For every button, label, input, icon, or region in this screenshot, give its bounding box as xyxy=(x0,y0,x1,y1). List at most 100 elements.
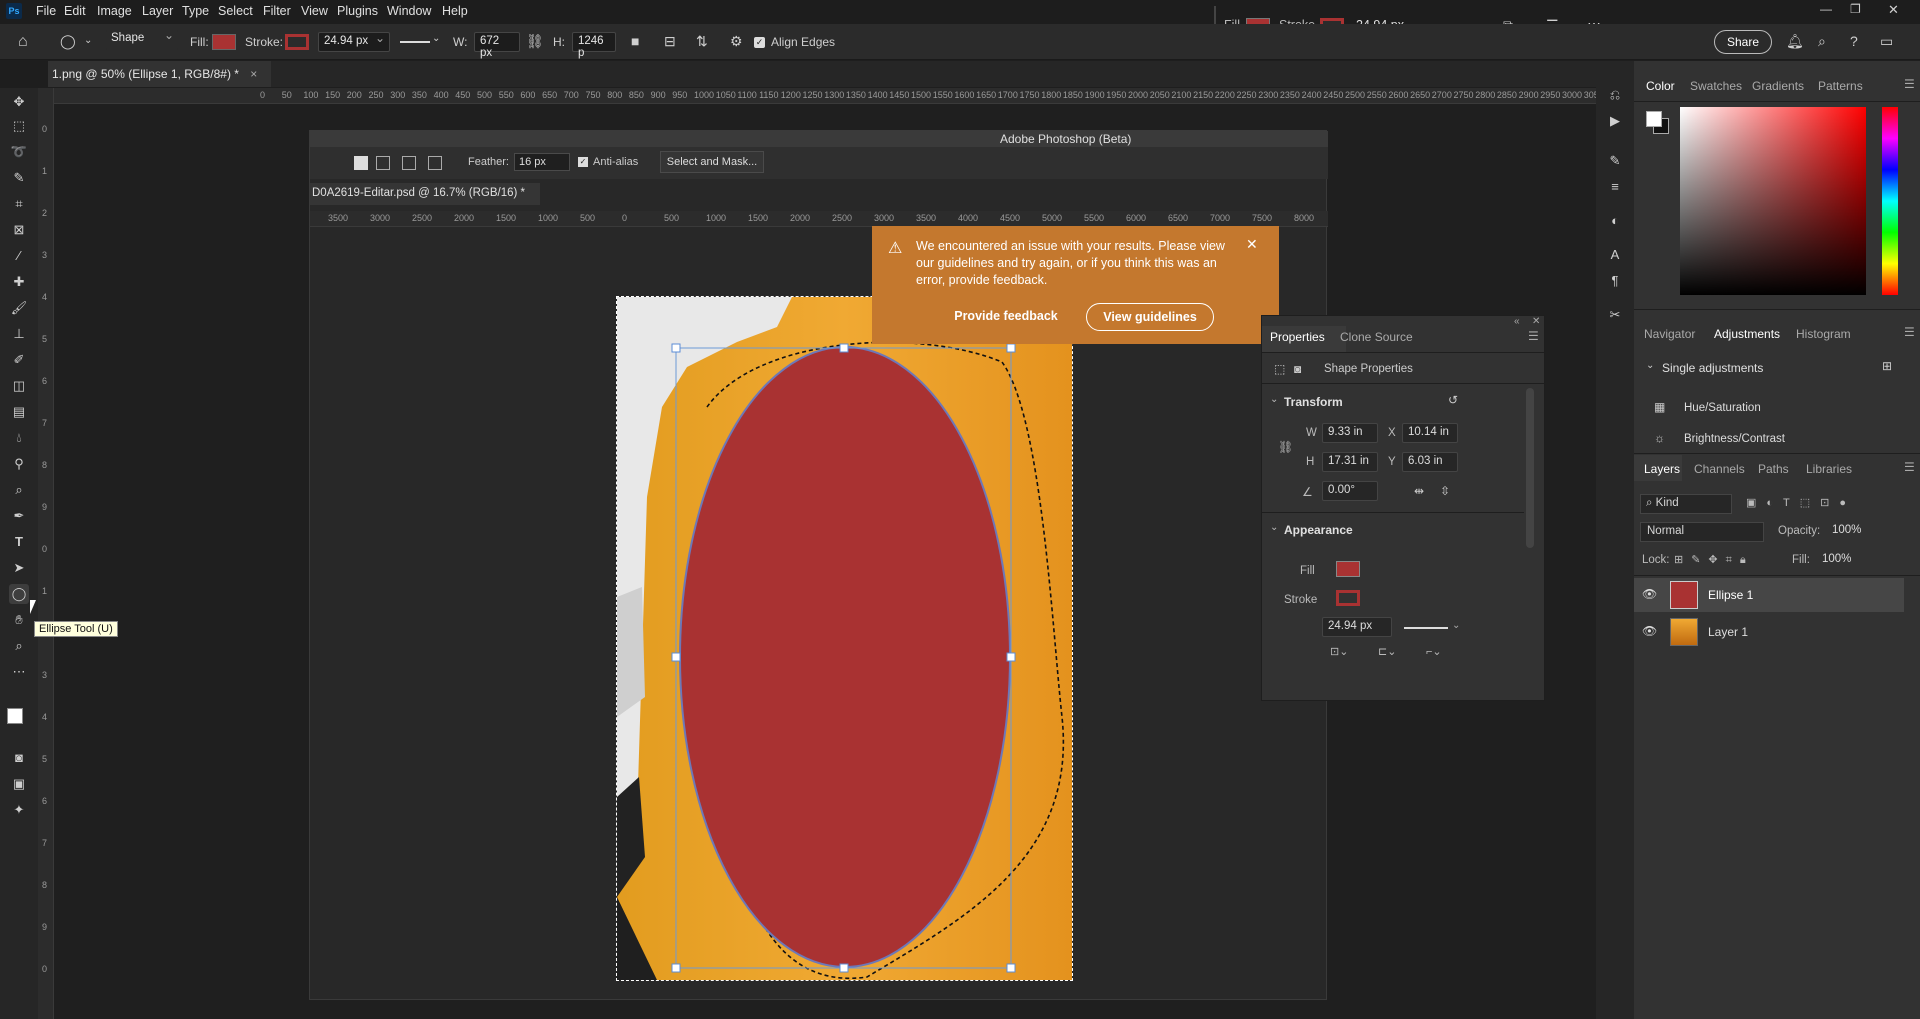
align-edges-checkbox[interactable]: ✓ xyxy=(754,37,765,48)
path-operations-icon[interactable]: ■ xyxy=(631,33,639,49)
menu-image[interactable]: Image xyxy=(97,4,132,18)
restore-icon[interactable]: ❐ xyxy=(1850,2,1861,16)
stroke-swatch[interactable] xyxy=(285,34,309,50)
chevron-down-icon[interactable]: ⌄ xyxy=(432,33,440,44)
angle-field[interactable]: 0.00° xyxy=(1322,481,1378,501)
tab-gradients[interactable]: Gradients xyxy=(1752,79,1804,93)
object-selection-tool-icon[interactable]: ✎ xyxy=(9,168,29,188)
stroke-corners-icon[interactable]: ⌐⌄ xyxy=(1426,645,1442,658)
visibility-eye-icon[interactable]: 👁︎ xyxy=(1642,624,1657,638)
tab-navigator[interactable]: Navigator xyxy=(1644,327,1695,341)
layer-row[interactable]: 👁︎ Ellipse 1 xyxy=(1634,578,1904,612)
history-panel-icon[interactable]: ⎌ xyxy=(1605,85,1625,105)
x-field[interactable]: 10.14 in xyxy=(1402,423,1458,443)
menu-plugins[interactable]: Plugins xyxy=(337,4,378,18)
bell-icon[interactable]: 🔔︎ xyxy=(1786,33,1804,50)
document-tab[interactable]: 1.png @ 50% (Ellipse 1, RGB/8#) * × xyxy=(48,61,272,87)
marquee-tool-icon[interactable]: ⬚ xyxy=(9,116,29,136)
panel-menu-icon[interactable]: ☰ xyxy=(1528,329,1539,343)
workspace-icon[interactable]: ▭ xyxy=(1880,33,1893,50)
close-icon[interactable]: ✕ xyxy=(1888,2,1899,18)
close-icon[interactable]: × xyxy=(250,67,257,81)
pen-tool-icon[interactable]: ✒ xyxy=(9,506,29,526)
menu-window[interactable]: Window xyxy=(387,4,431,18)
stroke-swatch[interactable] xyxy=(1336,590,1360,606)
blend-mode-select[interactable]: Normal xyxy=(1640,522,1764,542)
chevron-down-icon[interactable]: ⌄ xyxy=(1270,522,1278,533)
tab-clone-source[interactable]: Clone Source xyxy=(1340,330,1413,344)
width-field[interactable]: 672 px xyxy=(474,32,520,59)
foreground-color[interactable] xyxy=(7,708,23,724)
provide-feedback-button[interactable]: Provide feedback xyxy=(942,303,1070,331)
menu-layer[interactable]: Layer xyxy=(142,4,173,18)
tab-libraries[interactable]: Libraries xyxy=(1806,462,1852,476)
help-icon[interactable]: ? xyxy=(1850,33,1858,49)
path-alignment-icon[interactable]: ⊟ xyxy=(664,33,676,50)
lock-icons[interactable]: ⊞✎✥⌗🔒︎ xyxy=(1674,553,1754,567)
tab-color[interactable]: Color xyxy=(1646,79,1675,93)
link-icon[interactable]: ⛓ xyxy=(526,33,544,50)
healing-brush-icon[interactable]: ✚ xyxy=(9,272,29,292)
gear-icon[interactable]: ⚙ xyxy=(730,33,743,50)
dodge-tool-icon[interactable]: ⚲ xyxy=(9,454,29,474)
reset-icon[interactable]: ↺ xyxy=(1448,393,1458,407)
stroke-style-line[interactable] xyxy=(1404,627,1448,629)
flip-horizontal-icon[interactable]: ⇹ xyxy=(1414,484,1424,498)
path-arrangement-icon[interactable]: ⇅ xyxy=(696,33,708,50)
height-field[interactable]: 17.31 in xyxy=(1322,452,1378,472)
fill-swatch[interactable] xyxy=(212,34,236,50)
panel-menu-icon[interactable]: ☰ xyxy=(1904,325,1915,339)
character-panel-icon[interactable]: A xyxy=(1605,245,1625,265)
close-icon[interactable]: ✕ xyxy=(1246,236,1258,253)
menu-file[interactable]: File xyxy=(36,4,56,18)
stroke-caps-icon[interactable]: ⊏⌄ xyxy=(1378,645,1396,658)
tab-layers[interactable]: Layers xyxy=(1644,462,1680,476)
chevron-down-icon[interactable]: ⌄ xyxy=(1646,360,1654,371)
generative-icon[interactable]: ✦ xyxy=(9,800,29,820)
color-field[interactable] xyxy=(1680,107,1866,295)
y-field[interactable]: 6.03 in xyxy=(1402,452,1458,472)
single-adjustments-label[interactable]: Single adjustments xyxy=(1662,361,1763,375)
stroke-width-field[interactable]: 24.94 px xyxy=(1322,617,1392,637)
gradient-tool-icon[interactable]: ▤ xyxy=(9,402,29,422)
fill-field[interactable]: 100% xyxy=(1818,551,1864,571)
tab-channels[interactable]: Channels xyxy=(1694,462,1745,476)
lasso-tool-icon[interactable]: ➰ xyxy=(9,142,29,162)
properties-scrollbar[interactable] xyxy=(1526,388,1534,548)
paragraph-panel-icon[interactable]: ¶ xyxy=(1605,271,1625,291)
tool-mode-select[interactable]: Shape xyxy=(106,28,178,50)
actions-play-icon[interactable]: ▶ xyxy=(1605,111,1625,131)
brush-settings-icon[interactable]: ✎ xyxy=(1605,151,1625,171)
layer-filter-select[interactable]: ⌕ Kind xyxy=(1640,494,1732,514)
brightness-contrast-item[interactable]: Brightness/Contrast xyxy=(1684,433,1785,445)
screen-mode-icon[interactable]: ▣ xyxy=(9,774,29,794)
menu-type[interactable]: Type xyxy=(182,4,209,18)
chevron-down-icon[interactable]: ⌄ xyxy=(1270,394,1278,405)
minimize-icon[interactable]: — xyxy=(1820,2,1832,16)
close-icon[interactable]: ✕ xyxy=(1532,316,1540,327)
move-tool-icon[interactable]: ✥ xyxy=(9,92,29,112)
share-button[interactable]: Share xyxy=(1714,30,1772,54)
tab-properties[interactable]: Properties xyxy=(1270,330,1325,344)
chevron-down-icon[interactable]: ⌄ xyxy=(84,35,92,46)
ellipse-tool-icon[interactable]: ◯ xyxy=(9,584,29,604)
menu-select[interactable]: Select xyxy=(218,4,253,18)
search-icon[interactable]: ⌕ xyxy=(1818,33,1826,50)
zoom-magnifier-icon[interactable]: ⌕ xyxy=(9,480,29,500)
chevron-down-icon[interactable]: ⌄ xyxy=(1452,620,1460,631)
document-image[interactable] xyxy=(616,296,1073,981)
eyedropper-tool-icon[interactable]: ⁄ xyxy=(9,246,29,266)
tab-paths[interactable]: Paths xyxy=(1758,462,1789,476)
tab-histogram[interactable]: Histogram xyxy=(1796,327,1851,341)
hue-slider[interactable] xyxy=(1882,107,1898,295)
eraser-tool-icon[interactable]: ◫ xyxy=(9,376,29,396)
layer-row[interactable]: 👁︎ Layer 1 xyxy=(1634,615,1904,649)
stroke-align-icon[interactable]: ⊡⌄ xyxy=(1330,645,1348,658)
ellipse-tool-preset-icon[interactable]: ◯ xyxy=(60,33,76,50)
hand-tool-icon[interactable]: ✋︎ xyxy=(9,610,29,630)
panel-menu-icon[interactable]: ☰ xyxy=(1904,460,1915,474)
opacity-field[interactable]: 100% xyxy=(1828,522,1874,542)
menu-view[interactable]: View xyxy=(301,4,328,18)
link-icon[interactable]: ⛓ xyxy=(1278,440,1293,454)
visibility-eye-icon[interactable]: 👁︎ xyxy=(1642,587,1657,601)
